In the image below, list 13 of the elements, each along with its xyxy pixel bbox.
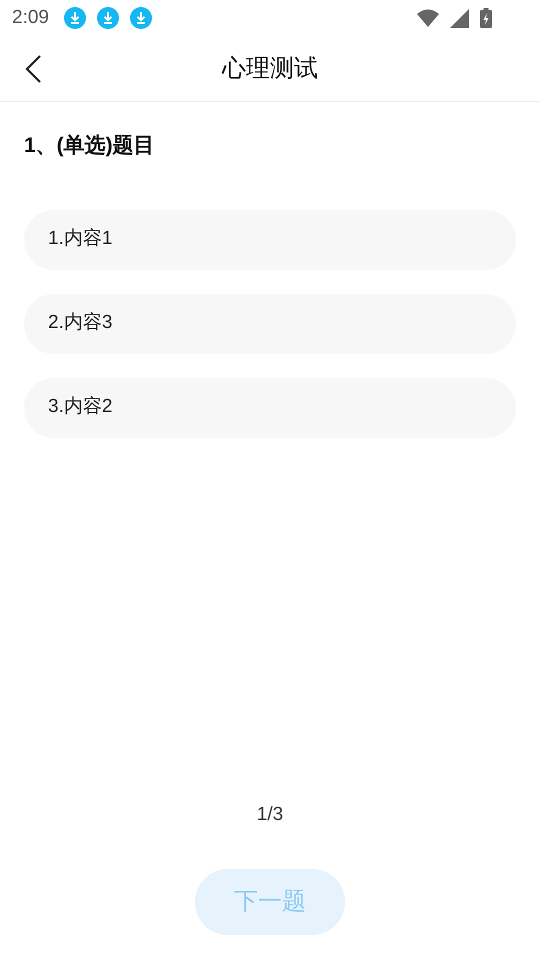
battery-icon <box>480 8 492 28</box>
download-icon <box>64 7 86 29</box>
answer-option[interactable]: 3.内容2 <box>24 378 516 438</box>
answer-option[interactable]: 2.内容3 <box>24 294 516 354</box>
download-icon <box>130 7 152 29</box>
download-icon <box>96 7 119 29</box>
answer-option[interactable]: 1.内容1 <box>24 210 516 270</box>
page-title: 心理测试 <box>222 54 318 84</box>
progress-counter: 1/3 <box>256 802 284 826</box>
question-title: 1、(单选)题目 <box>24 133 156 159</box>
signal-icon <box>450 8 469 28</box>
wifi-icon <box>417 9 439 27</box>
status-time: 2:09 <box>12 6 49 30</box>
